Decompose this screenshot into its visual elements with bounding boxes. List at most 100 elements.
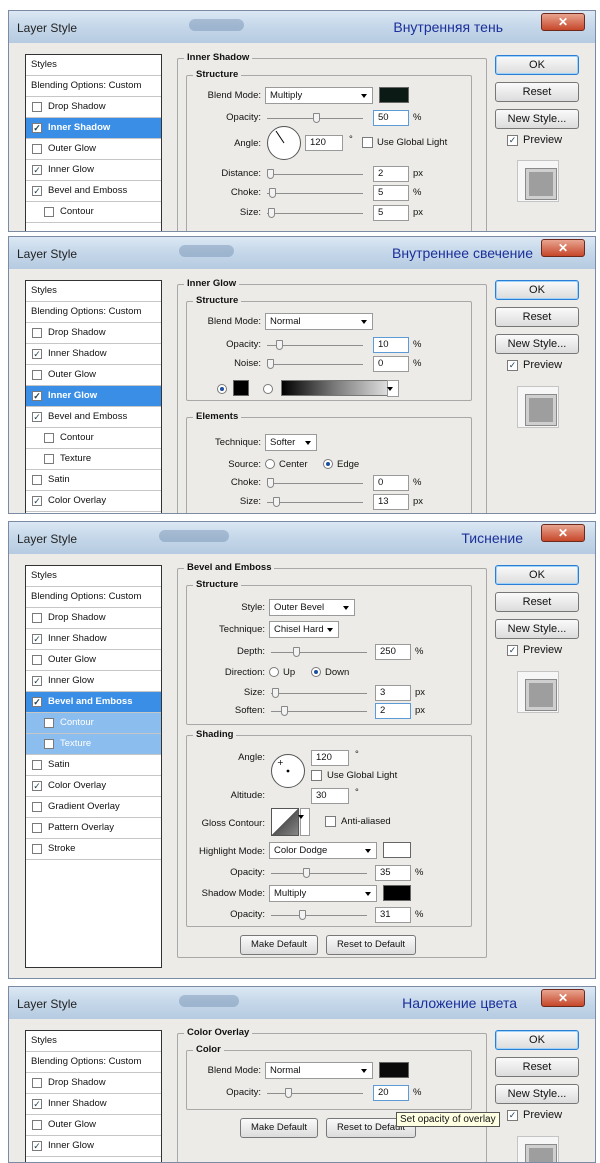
checkbox-icon[interactable] [44,739,54,749]
style-stroke[interactable]: Stroke [26,839,161,860]
checkbox-icon[interactable] [44,207,54,217]
style-inner-glow[interactable]: ✓ Inner Glow [26,1136,161,1157]
checkbox-icon[interactable]: ✓ [32,123,42,133]
direction-down-radio[interactable] [311,667,321,677]
glow-gradient-picker[interactable] [281,380,397,396]
checkbox-icon[interactable] [32,328,42,338]
opacity-slider[interactable] [267,1088,363,1098]
gloss-contour-dropdown[interactable] [298,808,310,836]
distance-slider[interactable] [267,169,363,179]
blend-mode-select[interactable]: Normal [265,313,373,330]
direction-up-radio[interactable] [269,667,279,677]
highlight-color-swatch[interactable] [383,842,411,858]
slider-thumb[interactable] [273,497,280,507]
style-inner-shadow[interactable]: ✓ Inner Shadow [26,1094,161,1115]
solid-color-radio[interactable] [217,384,227,394]
new-style-button[interactable]: New Style... [495,1084,579,1104]
checkbox-icon[interactable]: ✓ [32,1141,42,1151]
soften-slider[interactable] [271,706,367,716]
slider-thumb[interactable] [269,188,276,198]
angle-input[interactable]: 120 [311,750,349,766]
checkbox-icon[interactable] [44,454,54,464]
highlight-opacity-slider[interactable] [271,868,367,878]
make-default-button[interactable]: Make Default [240,935,318,955]
source-edge-radio[interactable] [323,459,333,469]
close-button[interactable]: ✕ [541,13,585,31]
checkbox-icon[interactable]: ✓ [32,496,42,506]
style-texture[interactable]: Texture [26,449,161,470]
checkbox-icon[interactable] [32,823,42,833]
style-drop-shadow[interactable]: Drop Shadow [26,323,161,344]
gloss-contour-icon[interactable] [271,808,299,836]
slider-thumb[interactable] [272,688,279,698]
opacity-input[interactable]: 20 [373,1085,409,1101]
style-pattern-overlay[interactable]: Pattern Overlay [26,818,161,839]
preview-checkbox[interactable]: ✓ [507,645,518,656]
shadow-color-swatch[interactable] [379,87,409,103]
checkbox-icon[interactable] [32,844,42,854]
checkbox-icon[interactable]: ✓ [32,781,42,791]
checkbox-icon[interactable] [32,613,42,623]
slider-thumb[interactable] [285,1088,292,1098]
shadow-opacity-slider[interactable] [271,910,367,920]
ok-button[interactable]: OK [495,55,579,75]
blend-mode-select[interactable]: Normal [265,1062,373,1079]
angle-input[interactable]: 120 [305,135,343,151]
checkbox-icon[interactable]: ✓ [32,412,42,422]
new-style-button[interactable]: New Style... [495,109,579,129]
choke-slider[interactable] [267,478,363,488]
overlay-color-swatch[interactable] [379,1062,409,1078]
shadow-color-swatch[interactable] [383,885,411,901]
style-bevel-emboss[interactable]: ✓ Bevel and Emboss [26,407,161,428]
preview-checkbox[interactable]: ✓ [507,1110,518,1121]
make-default-button[interactable]: Make Default [240,1118,318,1138]
checkbox-icon[interactable] [32,1078,42,1088]
style-contour[interactable]: Contour [26,202,161,223]
style-drop-shadow[interactable]: Drop Shadow [26,97,161,118]
style-contour[interactable]: Contour [26,713,161,734]
choke-slider[interactable] [267,188,363,198]
style-drop-shadow[interactable]: Drop Shadow [26,1073,161,1094]
reset-button[interactable]: Reset [495,592,579,612]
reset-button[interactable]: Reset [495,1057,579,1077]
reset-button[interactable]: Reset [495,307,579,327]
opacity-input[interactable]: 10 [373,337,409,353]
slider-thumb[interactable] [267,478,274,488]
soften-input[interactable]: 2 [375,703,411,719]
style-select[interactable]: Outer Bevel [269,599,355,616]
highlight-mode-select[interactable]: Color Dodge [269,842,377,859]
angle-dial[interactable]: + [271,754,305,788]
distance-input[interactable]: 2 [373,166,409,182]
depth-input[interactable]: 250 [375,644,411,660]
opacity-slider[interactable] [267,340,363,350]
style-inner-shadow[interactable]: ✓ Inner Shadow [26,344,161,365]
highlight-opacity-input[interactable]: 35 [375,865,411,881]
style-outer-glow[interactable]: Outer Glow [26,1115,161,1136]
source-center-radio[interactable] [265,459,275,469]
new-style-button[interactable]: New Style... [495,334,579,354]
style-inner-glow[interactable]: ✓ Inner Glow [26,671,161,692]
checkbox-icon[interactable] [32,655,42,665]
noise-slider[interactable] [267,359,363,369]
slider-thumb[interactable] [303,868,310,878]
new-style-button[interactable]: New Style... [495,619,579,639]
style-bevel-emboss[interactable]: ✓ Bevel and Emboss [26,181,161,202]
ok-button[interactable]: OK [495,565,579,585]
size-slider[interactable] [267,208,363,218]
checkbox-icon[interactable]: ✓ [32,165,42,175]
close-button[interactable]: ✕ [541,989,585,1007]
anti-aliased-checkbox[interactable] [325,816,336,827]
glow-color-swatch[interactable] [233,380,249,396]
style-outer-glow[interactable]: Outer Glow [26,650,161,671]
technique-select[interactable]: Softer [265,434,317,451]
size-input[interactable]: 3 [375,685,411,701]
slider-thumb[interactable] [267,169,274,179]
slider-thumb[interactable] [268,208,275,218]
slider-thumb[interactable] [293,647,300,657]
slider-thumb[interactable] [281,706,288,716]
ok-button[interactable]: OK [495,280,579,300]
reset-button[interactable]: Reset [495,82,579,102]
ok-button[interactable]: OK [495,1030,579,1050]
choke-input[interactable]: 0 [373,475,409,491]
choke-input[interactable]: 5 [373,185,409,201]
